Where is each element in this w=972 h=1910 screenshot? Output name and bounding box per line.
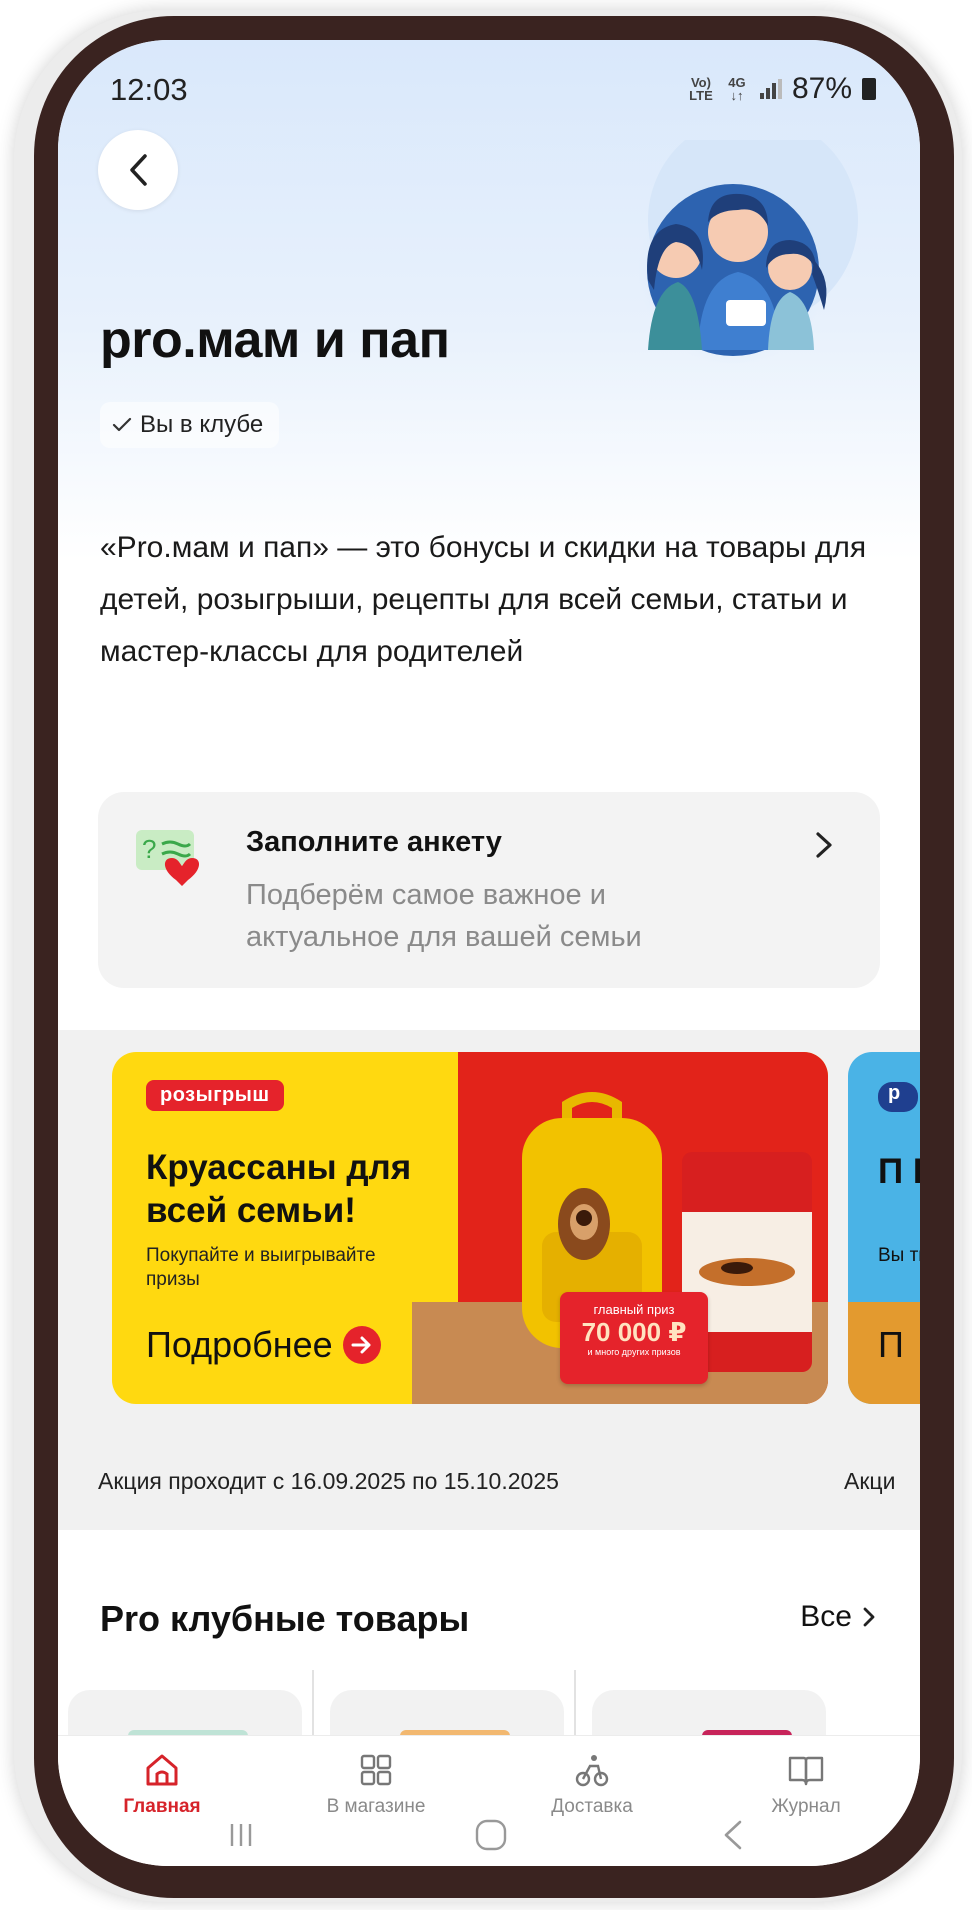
- chevron-left-icon: [130, 154, 147, 186]
- book-icon: [788, 1756, 824, 1786]
- chevron-right-icon: [863, 1607, 875, 1627]
- page-title: pro.мам и пап: [100, 311, 450, 369]
- promo-carousel[interactable]: главный приз 70 000 ₽ и много других при…: [58, 1030, 920, 1530]
- club-status-badge: Вы в клубе: [100, 402, 280, 448]
- promo-more-link[interactable]: Подробнее: [146, 1324, 381, 1366]
- products-all-link[interactable]: Все: [800, 1600, 876, 1634]
- promo-banner-next[interactable]: р П Б Вы тв П: [848, 1052, 920, 1404]
- system-navigation-bar: [58, 1810, 920, 1866]
- recent-apps-icon[interactable]: [224, 1818, 258, 1852]
- home-icon: [146, 1754, 178, 1786]
- products-section-title: Pro клубные товары: [100, 1598, 470, 1639]
- nav-journal[interactable]: Журнал: [706, 1750, 906, 1818]
- club-description: «Pro.мам и пап» — это бонусы и скидки на…: [100, 531, 867, 668]
- signal-icon: [759, 79, 782, 99]
- nav-home[interactable]: Главная: [62, 1750, 262, 1818]
- home-button-icon[interactable]: [472, 1816, 510, 1854]
- svg-text:?: ?: [142, 834, 156, 864]
- survey-subtitle: Подберём самое важное и актуальное для в…: [246, 879, 642, 953]
- arrow-right-icon: [342, 1326, 381, 1364]
- battery-icon: [862, 78, 876, 100]
- promo-title: Круассаны для всей семьи!: [146, 1148, 412, 1230]
- survey-card[interactable]: ? Заполните анкету Подберём самое важное…: [98, 792, 880, 988]
- promo-dates: Акция проходит с 16.09.2025 по 15.10.202…: [98, 1468, 559, 1494]
- promo-banner-croissants[interactable]: главный приз 70 000 ₽ и много других при…: [112, 1052, 828, 1404]
- status-bar-right: Vo) LTE 4G ↓↑ 87%: [688, 72, 876, 106]
- products-all-label: Все: [800, 1600, 852, 1633]
- delivery-icon: [575, 1755, 609, 1787]
- promo-next-badge: р: [878, 1082, 918, 1112]
- battery-percent: 87%: [791, 72, 852, 105]
- system-back-icon[interactable]: [718, 1816, 748, 1854]
- promo-next-text: Вы тв: [878, 1245, 920, 1266]
- check-icon: [112, 417, 132, 432]
- prize-bottom-text: и много других призов: [587, 1347, 681, 1357]
- grid-icon: [360, 1754, 392, 1786]
- survey-title: Заполните анкету: [246, 826, 502, 858]
- prize-ticket: главный приз 70 000 ₽ и много других при…: [560, 1292, 708, 1384]
- promo-more-label: Подробнее: [146, 1324, 333, 1365]
- promo-text: Покупайте и выигрывайте призы: [146, 1245, 376, 1290]
- prize-top-text: главный приз: [593, 1302, 675, 1317]
- network-icon: Vo) LTE: [689, 75, 713, 103]
- status-time: 12:03: [110, 72, 188, 107]
- club-status-label: Вы в клубе: [140, 411, 264, 438]
- app-screen: 12:03 Vo) LTE 4G ↓↑ 87% pro.мам и пап Вы…: [58, 40, 920, 1866]
- nav-in-store[interactable]: В магазине: [276, 1750, 476, 1818]
- promo-next-dates: Акци: [844, 1468, 896, 1494]
- family-illustration-icon: [638, 140, 858, 365]
- questionnaire-heart-icon: ?: [136, 830, 200, 886]
- 4g-icon: 4G ↓↑: [728, 75, 746, 103]
- back-button[interactable]: [98, 130, 178, 210]
- prize-amount: 70 000 ₽: [581, 1317, 687, 1347]
- promo-next-link[interactable]: П: [878, 1324, 904, 1366]
- nav-delivery[interactable]: Доставка: [492, 1750, 692, 1818]
- chevron-right-icon: [816, 832, 832, 858]
- promo-next-title: П Б: [878, 1152, 920, 1191]
- promo-badge: розыгрыш: [146, 1080, 284, 1111]
